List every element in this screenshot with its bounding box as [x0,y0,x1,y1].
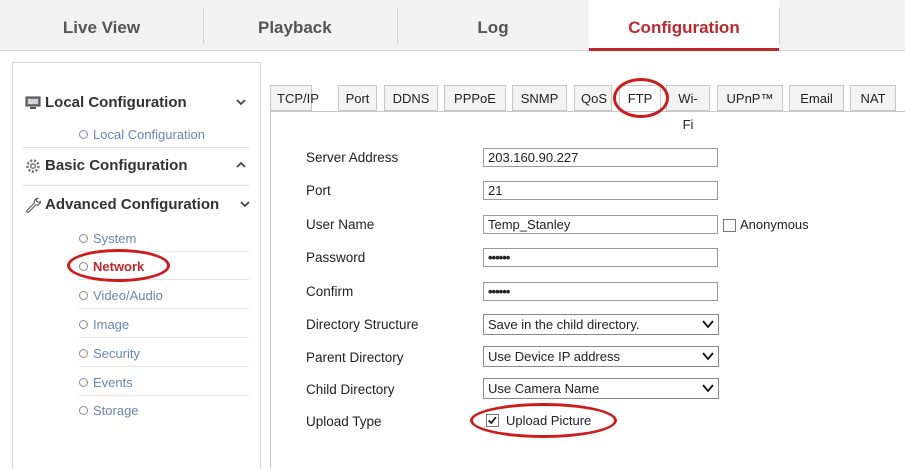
directory-structure-select[interactable]: Save in the child directory. [483,314,719,335]
sidebar-section-label: Advanced Configuration [45,196,220,213]
upload-picture-label: Upload Picture [506,413,592,428]
anonymous-checkbox[interactable] [723,219,736,232]
anonymous-label: Anonymous [740,217,809,232]
radio-dot-icon [79,406,88,415]
chevron-down-icon [702,320,714,329]
section-divider [23,185,249,186]
radio-dot-icon [79,349,88,358]
top-navigation-bar: Live View Playback Log Configuration [0,0,905,51]
password-label: Password [306,250,366,265]
item-divider [79,251,249,252]
nav-configuration[interactable]: Configuration [589,0,779,51]
checkmark-icon [488,416,497,425]
nav-log[interactable]: Log [398,0,588,50]
tab-baseline [270,111,905,112]
chevron-down-icon [702,352,714,361]
radio-dot-icon [79,234,88,243]
nav-playback[interactable]: Playback [204,0,397,50]
confirm-password-input[interactable] [483,282,718,301]
upload-picture-checkbox[interactable] [486,414,499,427]
sidebar-item-label: Storage [93,403,139,418]
server-address-input[interactable] [483,148,718,167]
confirm-label: Confirm [306,284,354,299]
tab-wi-fi[interactable]: Wi-Fi [666,85,710,132]
sidebar-item-label: Local Configuration [93,127,206,142]
radio-dot-icon [79,320,88,329]
server-address-label: Server Address [306,150,399,165]
child-directory-label: Child Directory [306,382,395,397]
tab-nat[interactable]: NAT [850,85,896,111]
gear-icon [26,159,40,173]
tab-snmp[interactable]: SNMP [512,85,567,111]
computer-icon [25,96,41,109]
chevron-down-icon [702,384,714,393]
port-label: Port [306,183,331,198]
sidebar-section-advanced-configuration[interactable]: Advanced Configuration [25,193,250,217]
configuration-sidebar: Local Configuration Local Configuration … [12,62,261,469]
content-border [270,111,271,468]
tab-ddns[interactable]: DDNS [384,85,438,111]
item-divider [79,366,249,367]
item-divider [79,279,249,280]
selected-value: Use Device IP address [488,349,620,364]
user-name-input[interactable] [483,215,718,234]
password-input[interactable] [483,248,718,267]
sidebar-section-label: Local Configuration [45,94,187,111]
nav-live-view[interactable]: Live View [0,0,203,50]
selected-value: Save in the child directory. [488,317,640,332]
nav-separator [779,8,780,44]
sidebar-section-local-configuration[interactable]: Local Configuration [25,91,249,115]
tab-port[interactable]: Port [338,85,377,111]
child-directory-select[interactable]: Use Camera Name [483,378,719,399]
tab-email[interactable]: Email [789,85,844,111]
item-divider [79,308,249,309]
parent-directory-select[interactable]: Use Device IP address [483,346,719,367]
sidebar-section-basic-configuration[interactable]: Basic Configuration [25,154,249,178]
radio-dot-icon [79,130,88,139]
tab-tcp-ip[interactable]: TCP/IP [270,85,319,111]
chevron-up-icon [236,161,246,168]
item-divider [79,395,249,396]
user-name-label: User Name [306,217,375,232]
sidebar-item-label: System [93,231,137,246]
tab-pppoe[interactable]: PPPoE [444,85,506,111]
port-input[interactable] [483,181,718,200]
sidebar-item-label: Video/Audio [93,288,163,303]
radio-dot-icon [79,378,88,387]
item-divider [79,337,249,338]
wrench-icon [26,197,41,213]
upload-type-label: Upload Type [306,414,382,429]
chevron-down-icon [236,99,246,106]
radio-dot-icon [79,262,88,271]
parent-directory-label: Parent Directory [306,350,404,365]
selected-value: Use Camera Name [488,381,600,396]
sidebar-item-label: Network [93,259,145,274]
tab-upnp[interactable]: UPnP™ [717,85,783,111]
sidebar-item-label: Events [93,375,133,390]
sidebar-item-label: Security [93,346,140,361]
chevron-down-icon [240,201,250,208]
radio-dot-icon [79,291,88,300]
section-divider [23,147,249,148]
sidebar-item-label: Image [93,317,130,332]
tab-qos[interactable]: QoS [574,85,612,111]
tab-ftp[interactable]: FTP [619,85,661,111]
directory-structure-label: Directory Structure [306,317,419,332]
sidebar-section-label: Basic Configuration [45,157,188,174]
